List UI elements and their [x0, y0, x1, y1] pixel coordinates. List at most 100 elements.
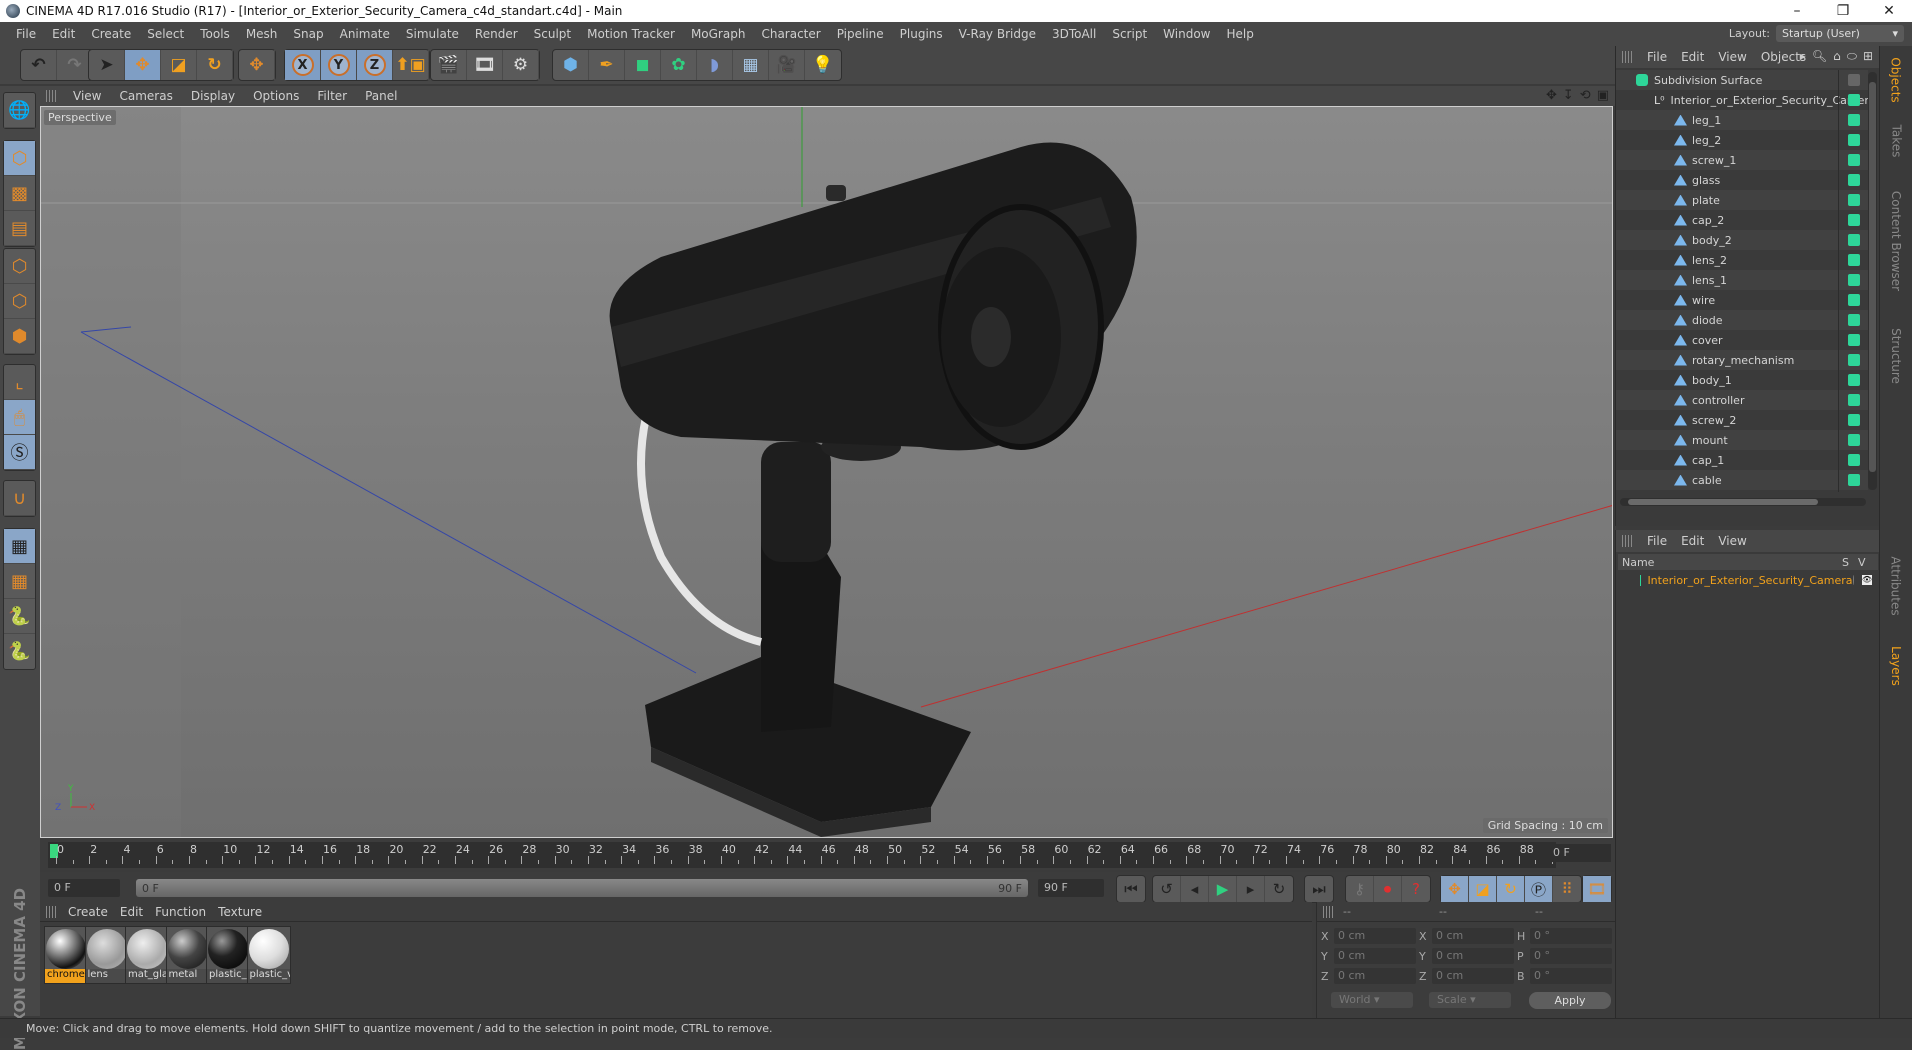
- menu-motion-tracker[interactable]: Motion Tracker: [579, 27, 683, 41]
- orbit-icon[interactable]: ⟲: [1580, 88, 1591, 103]
- menu-mesh[interactable]: Mesh: [238, 27, 286, 41]
- material-swatch[interactable]: plastic_l: [206, 926, 250, 984]
- layer-color-tag[interactable]: [1848, 394, 1860, 406]
- pan-icon[interactable]: ✥: [1546, 88, 1557, 103]
- name-column-header[interactable]: Name: [1622, 556, 1842, 569]
- object-row[interactable]: wire: [1616, 290, 1868, 310]
- viewport-menu-options[interactable]: Options: [244, 89, 308, 103]
- scroll-thumb[interactable]: [1628, 499, 1818, 505]
- layer-color-tag[interactable]: [1848, 114, 1860, 126]
- menu-help[interactable]: Help: [1218, 27, 1261, 41]
- object-row[interactable]: cap_2: [1616, 210, 1868, 230]
- object-row[interactable]: plate: [1616, 190, 1868, 210]
- coordinate-field[interactable]: 0 cm: [1432, 928, 1514, 944]
- material-menu-edit[interactable]: Edit: [114, 905, 149, 919]
- object-row[interactable]: L⁰ Interior_or_Exterior_Security_Camera: [1616, 90, 1868, 110]
- tab-objects[interactable]: Objects: [1884, 50, 1908, 110]
- menu-script[interactable]: Script: [1104, 27, 1155, 41]
- scale-button[interactable]: ◪: [161, 50, 197, 80]
- menu-simulate[interactable]: Simulate: [398, 27, 467, 41]
- 3d-viewport[interactable]: Y X Z Perspective Grid Spacing : 10 cm: [40, 106, 1613, 838]
- layer-color-tag[interactable]: [1848, 334, 1860, 346]
- subdivision-surface-button[interactable]: ◼: [625, 50, 661, 80]
- layer-color-tag[interactable]: [1848, 314, 1860, 326]
- prev-key-button[interactable]: ↺: [1153, 876, 1181, 902]
- scroll-thumb[interactable]: [1869, 82, 1876, 472]
- layer-color-tag[interactable]: [1848, 434, 1860, 446]
- coordinate-field[interactable]: 0 °: [1530, 948, 1612, 964]
- coordinate-field[interactable]: 0 cm: [1334, 948, 1416, 964]
- solo-column-header[interactable]: S: [1842, 556, 1858, 569]
- record-key-button[interactable]: ⚷: [1346, 876, 1374, 902]
- object-horizontal-scrollbar[interactable]: [1620, 498, 1866, 506]
- material-swatch[interactable]: metal: [165, 926, 210, 984]
- object-row[interactable]: screw_2: [1616, 410, 1868, 430]
- new-view-icon[interactable]: ⊞: [1863, 49, 1873, 64]
- object-menu-file[interactable]: File: [1640, 50, 1674, 64]
- object-row[interactable]: lens_2: [1616, 250, 1868, 270]
- polygons-mode-button[interactable]: ⬢: [4, 319, 35, 354]
- grip-handle[interactable]: [46, 90, 56, 102]
- layer-color-tag[interactable]: [1848, 414, 1860, 426]
- object-row[interactable]: Subdivision Surface: [1616, 70, 1868, 90]
- viewport-menu-cameras[interactable]: Cameras: [110, 89, 181, 103]
- object-name[interactable]: diode: [1692, 314, 1723, 327]
- menu-3dtoall[interactable]: 3DToAll: [1044, 27, 1104, 41]
- layer-color-tag[interactable]: [1848, 254, 1860, 266]
- material-menu-function[interactable]: Function: [149, 905, 212, 919]
- layer-color-tag[interactable]: [1848, 354, 1860, 366]
- key-scale-button[interactable]: ◪: [1469, 876, 1497, 902]
- layer-ellipse-icon[interactable]: ⬭: [1847, 49, 1857, 64]
- object-name[interactable]: lens_2: [1692, 254, 1727, 267]
- object-name[interactable]: body_2: [1692, 234, 1732, 247]
- material-menu-texture[interactable]: Texture: [212, 905, 268, 919]
- camera-label[interactable]: Perspective: [44, 110, 116, 125]
- tab-structure[interactable]: Structure: [1884, 316, 1908, 396]
- render-settings-button[interactable]: ⚙: [503, 50, 539, 80]
- enable-axis-button[interactable]: ⌞: [4, 365, 35, 400]
- menu-v-ray-bridge[interactable]: V-Ray Bridge: [951, 27, 1044, 41]
- menu-render[interactable]: Render: [467, 27, 526, 41]
- points-mode-button[interactable]: ⬡: [4, 249, 35, 284]
- object-row[interactable]: lens_3: [1616, 490, 1868, 492]
- menu-file[interactable]: File: [8, 27, 44, 41]
- object-name[interactable]: Subdivision Surface: [1654, 74, 1762, 87]
- tab-content-browser[interactable]: Content Browser: [1884, 176, 1908, 306]
- dolly-icon[interactable]: ↧: [1563, 88, 1574, 103]
- menu-tools[interactable]: Tools: [192, 27, 238, 41]
- viewport-menu-view[interactable]: View: [64, 89, 110, 103]
- z-axis-button[interactable]: Z: [357, 50, 393, 80]
- menu-edit[interactable]: Edit: [44, 27, 83, 41]
- visibility-toggle[interactable]: [1848, 74, 1860, 86]
- menu-sculpt[interactable]: Sculpt: [526, 27, 579, 41]
- layer-name[interactable]: Interior_or_Exterior_Security_Camera: [1647, 574, 1852, 587]
- light-button[interactable]: 💡: [805, 50, 841, 80]
- live-selection-button[interactable]: ➤: [89, 50, 125, 80]
- material-swatch[interactable]: mat_gla: [125, 926, 169, 984]
- material-menu-create[interactable]: Create: [62, 905, 114, 919]
- python-button-2[interactable]: 🐍: [4, 634, 35, 669]
- coordinate-field[interactable]: 0 °: [1530, 928, 1612, 944]
- layer-color-tag[interactable]: [1848, 134, 1860, 146]
- restore-button[interactable]: ❐: [1820, 0, 1866, 22]
- layer-color-tag[interactable]: [1848, 374, 1860, 386]
- timeline-window-button[interactable]: 🎞: [1583, 876, 1611, 902]
- solo-button[interactable]: Ⓢ: [4, 435, 35, 470]
- coordinate-field[interactable]: 0 cm: [1432, 968, 1514, 984]
- layer-color-tag[interactable]: [1848, 94, 1860, 106]
- autokey-button[interactable]: ⏺: [1374, 876, 1402, 902]
- object-row[interactable]: rotary_mechanism: [1616, 350, 1868, 370]
- layer-color-tag[interactable]: [1848, 214, 1860, 226]
- object-name[interactable]: plate: [1692, 194, 1720, 207]
- menu-mograph[interactable]: MoGraph: [683, 27, 754, 41]
- end-frame-field[interactable]: 90 F: [1038, 879, 1104, 897]
- object-vertical-scrollbar[interactable]: [1868, 72, 1877, 490]
- layer-color-tag[interactable]: [1848, 154, 1860, 166]
- minimize-button[interactable]: –: [1774, 0, 1820, 22]
- floor-button[interactable]: ▦: [733, 50, 769, 80]
- arrow-right-icon[interactable]: ▸: [1800, 49, 1806, 64]
- layer-color-tag[interactable]: [1848, 234, 1860, 246]
- object-name[interactable]: leg_2: [1692, 134, 1721, 147]
- object-name[interactable]: controller: [1692, 394, 1744, 407]
- texture-mode-button[interactable]: ▩: [4, 176, 35, 211]
